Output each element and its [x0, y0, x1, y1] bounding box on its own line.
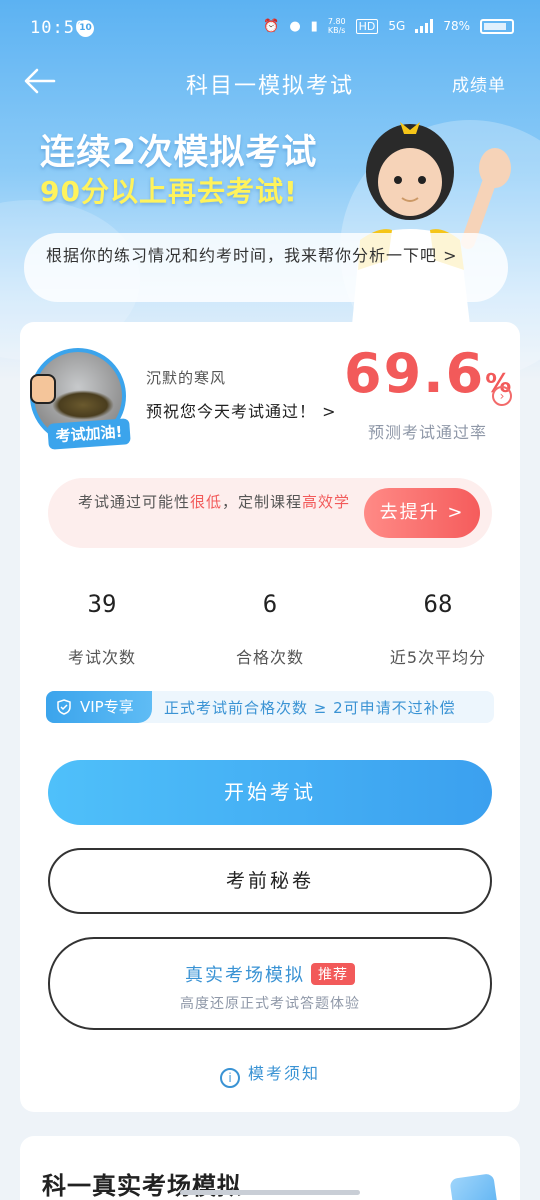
- alert-text-low: 很低: [190, 493, 223, 511]
- real-exam-title: 真实考场模拟: [185, 965, 305, 986]
- pass-rate-label: 预测考试通过率: [368, 423, 488, 442]
- stat-number: 6: [262, 590, 278, 618]
- stat-number: 39: [87, 590, 117, 618]
- exam-notice-label: 模考须知: [247, 1064, 320, 1083]
- vip-benefit-bar[interactable]: VIP专享 正式考试前合格次数 ≥ 2可申请不过补偿: [46, 691, 494, 723]
- improve-alert: 考试通过可能性很低，定制课程高效学 去提升 >: [48, 478, 492, 548]
- greeting-link[interactable]: 预祝您今天考试通过！ >: [146, 398, 337, 422]
- start-exam-button[interactable]: 开始考试: [48, 760, 492, 825]
- alarm-icon: ⏰: [263, 18, 280, 34]
- pass-rate-value[interactable]: 69.6%: [344, 342, 513, 405]
- battery-percent: 78%: [443, 19, 470, 33]
- location-icon: ●: [289, 18, 301, 34]
- stat-label: 考试次数: [67, 648, 136, 667]
- exam-notice-link[interactable]: i 模考须知: [0, 1060, 540, 1088]
- home-indicator[interactable]: [180, 1190, 360, 1195]
- info-icon: i: [219, 1068, 240, 1088]
- stat-label: 合格次数: [235, 648, 304, 667]
- username: 沉默的寒风: [146, 369, 227, 387]
- status-bar: 10:50 10 ⏰ ● ▮ 7.80 KB/s HD 5G 78%: [0, 0, 540, 54]
- vip-badge: VIP专享: [46, 691, 152, 723]
- real-exam-simulation-button[interactable]: 真实考场模拟 推荐 高度还原正式考试答题体验: [48, 937, 492, 1030]
- status-icons: ⏰ ● ▮ 7.80 KB/s HD 5G 78%: [263, 17, 514, 35]
- hero-subheadline: 90分以上再去考试!: [40, 175, 298, 208]
- real-exam-title-row: 真实考场模拟 推荐: [50, 961, 490, 987]
- hd-icon: HD: [355, 18, 379, 34]
- vip-benefit-text: 正式考试前合格次数 ≥ 2可申请不过补偿: [164, 699, 456, 717]
- top-navigation: 科目一模拟考试 成绩单: [0, 54, 540, 110]
- stat-exam-count: 39 考试次数: [22, 590, 182, 668]
- fist-icon: [30, 374, 56, 404]
- shield-check-icon: [57, 699, 71, 715]
- alert-text-mid: ，定制课程: [222, 493, 303, 511]
- stat-number: 68: [423, 590, 453, 618]
- stat-label: 近5次平均分: [389, 648, 487, 667]
- recommend-badge: 推荐: [311, 963, 355, 985]
- stat-average-score: 68 近5次平均分: [358, 590, 518, 668]
- notification-count-badge: 10: [77, 20, 94, 37]
- network-type: 5G: [388, 19, 406, 33]
- battery-icon: [480, 18, 514, 34]
- checklist-icon: [449, 1173, 499, 1200]
- alert-text-high: 高效学: [302, 493, 351, 511]
- vibrate-icon: ▮: [310, 18, 318, 34]
- improve-button[interactable]: 去提升 >: [364, 488, 480, 538]
- vip-badge-label: VIP专享: [80, 698, 134, 716]
- secret-paper-button[interactable]: 考前秘卷: [48, 848, 492, 914]
- stat-pass-count: 6 合格次数: [190, 590, 350, 668]
- alert-text-prefix: 考试通过可能性: [78, 493, 191, 511]
- analysis-prompt-bubble[interactable]: 根据你的练习情况和约考时间，我来帮你分析一下吧 >: [24, 233, 508, 302]
- network-speed: 7.80 KB/s: [327, 17, 346, 35]
- avatar-photo: [52, 390, 114, 420]
- signal-icon: [415, 19, 434, 33]
- alert-text: 考试通过可能性很低，定制课程高效学: [78, 490, 368, 514]
- real-exam-subtitle: 高度还原正式考试答题体验: [180, 996, 360, 1012]
- pass-rate-number: 69.6: [344, 342, 486, 405]
- score-report-link[interactable]: 成绩单: [452, 71, 506, 96]
- hero-headline: 连续2次模拟考试: [40, 133, 318, 173]
- chevron-right-icon[interactable]: ›: [492, 386, 512, 406]
